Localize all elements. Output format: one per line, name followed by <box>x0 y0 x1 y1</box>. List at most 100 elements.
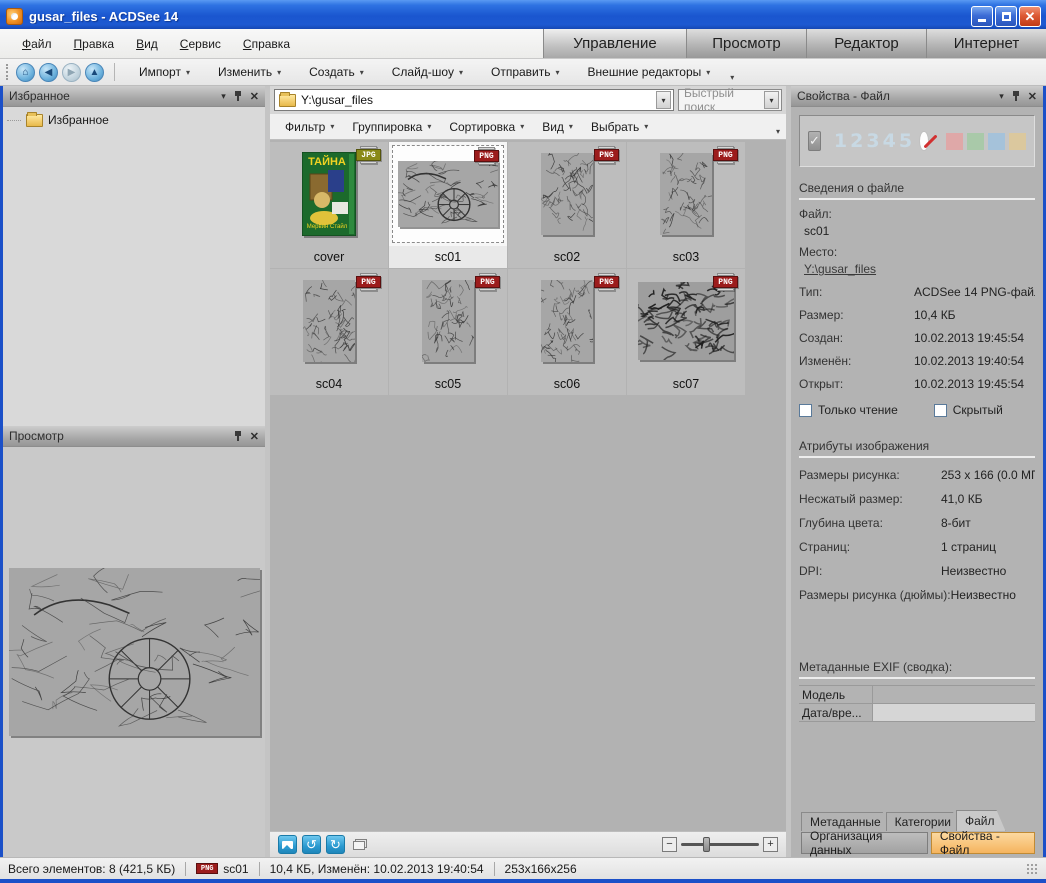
panel-close-icon[interactable]: ✕ <box>250 430 259 443</box>
panel-menu-icon[interactable]: ▾ <box>999 91 1004 102</box>
color-label-2[interactable] <box>967 133 984 150</box>
filter-dropdown-Фильтр[interactable]: Фильтр▾ <box>276 116 343 138</box>
thumbnail-sc05[interactable]: PNGsc05 <box>389 269 507 395</box>
thumbnail-sc01[interactable]: PNGsc01 <box>389 142 507 268</box>
zoom-slider-thumb[interactable] <box>703 837 710 852</box>
image-attr-label: Размеры рисунка: <box>799 468 941 482</box>
location-link[interactable]: Y:\gusar_files <box>804 262 1035 276</box>
address-dropdown-icon[interactable]: ▾ <box>656 91 671 109</box>
format-badge-png: PNG <box>594 273 619 291</box>
mode-tabs: УправлениеПросмотрРедакторИнтернет <box>543 29 1046 58</box>
chevron-down-icon: ▾ <box>569 122 573 131</box>
rating-5[interactable]: 5 <box>899 130 912 152</box>
menu-Правка[interactable]: Правка <box>64 33 125 55</box>
title-bar[interactable]: gusar_files - ACDSee 14 ✕ <box>0 0 1046 29</box>
toolbar-grip-icon[interactable] <box>6 64 10 80</box>
button-Организация данных[interactable]: Организация данных <box>801 832 928 854</box>
panel-menu-icon[interactable]: ▾ <box>221 91 226 102</box>
rating-1[interactable]: 1 <box>834 130 847 152</box>
minimize-button[interactable] <box>971 6 993 27</box>
file-info-value: 10.02.2013 19:45:54 <box>914 377 1035 391</box>
toolbar-dropdown-Создать[interactable]: Создать▾ <box>295 61 378 83</box>
menu-Сервис[interactable]: Сервис <box>170 33 231 55</box>
rotate-right-button[interactable]: ↻ <box>326 835 345 854</box>
filter-bar: Фильтр▾Группировка▾Сортировка▾Вид▾Выбрат… <box>270 114 786 140</box>
thumbnail-sc03[interactable]: PNGsc03 <box>627 142 745 268</box>
rating-2[interactable]: 2 <box>850 130 863 152</box>
mode-tab-Управление[interactable]: Управление <box>543 29 686 58</box>
thumbnail-sc06[interactable]: PNGsc06 <box>508 269 626 395</box>
thumbnail-cover[interactable]: ТАЙНАМервин СтайлJPGcover <box>270 142 388 268</box>
back-button[interactable]: ◀ <box>39 63 58 82</box>
filter-dropdown-Группировка[interactable]: Группировка▾ <box>343 116 440 138</box>
image-attr-value: Неизвестно <box>941 564 1035 578</box>
toolbar-dropdown-Внешние редакторы[interactable]: Внешние редакторы▾ <box>574 61 725 83</box>
zoom-in-button[interactable]: + <box>763 837 778 852</box>
filter-dropdown-Выбрать[interactable]: Выбрать▾ <box>582 116 657 138</box>
checkbox-Только чтение[interactable]: Только чтение <box>799 403 898 417</box>
thumbnail-sc04[interactable]: PNGsc04 <box>270 269 388 395</box>
checkbox-Скрытый[interactable]: Скрытый <box>934 403 1003 417</box>
checkbox-icon[interactable] <box>934 404 947 417</box>
zoom-slider[interactable] <box>681 843 759 846</box>
address-path[interactable]: Y:\gusar_files <box>301 93 651 107</box>
favorites-tree-item[interactable]: Избранное <box>7 113 261 127</box>
rating-3[interactable]: 3 <box>866 130 879 152</box>
toolbar-dropdown-Слайд-шоу[interactable]: Слайд-шоу▾ <box>378 61 477 83</box>
panel-close-icon[interactable]: ✕ <box>1028 90 1037 103</box>
pin-icon[interactable] <box>234 431 242 441</box>
filter-overflow-icon[interactable]: ▾ <box>776 127 780 139</box>
pin-icon[interactable] <box>234 91 242 101</box>
maximize-icon <box>1002 12 1011 21</box>
home-button[interactable]: ⌂ <box>16 63 35 82</box>
tree-line <box>7 120 21 121</box>
mode-tab-Просмотр[interactable]: Просмотр <box>686 29 806 58</box>
checkbox-icon[interactable] <box>799 404 812 417</box>
search-dropdown-icon[interactable]: ▾ <box>764 91 779 109</box>
rating-4[interactable]: 4 <box>883 130 896 152</box>
no-rating-icon[interactable] <box>919 131 929 151</box>
panel-close-icon[interactable]: ✕ <box>250 90 259 103</box>
zoom-out-button[interactable]: − <box>662 837 677 852</box>
rotate-left-button[interactable]: ↺ <box>302 835 321 854</box>
compare-view-button[interactable] <box>350 835 370 854</box>
toolbar-dropdown-Импорт[interactable]: Импорт▾ <box>125 61 204 83</box>
menu-Вид[interactable]: Вид <box>126 33 168 55</box>
color-label-4[interactable] <box>1009 133 1026 150</box>
file-list-area[interactable]: ТАЙНАМервин СтайлJPGcoverPNGsc01PNGsc02P… <box>270 140 786 831</box>
menu-Файл[interactable]: Файл <box>12 33 62 55</box>
toolbar-dropdown-Изменить[interactable]: Изменить▾ <box>204 61 295 83</box>
address-bar[interactable]: Y:\gusar_files ▾ <box>274 89 674 111</box>
exif-table: МодельДата/вре... <box>799 685 1035 722</box>
up-button[interactable]: ▲ <box>85 63 104 82</box>
filter-dropdown-Сортировка[interactable]: Сортировка▾ <box>440 116 533 138</box>
maximize-button[interactable] <box>995 6 1017 27</box>
menu-Справка[interactable]: Справка <box>233 33 300 55</box>
tab-Метаданные[interactable]: Метаданные <box>801 812 892 831</box>
show-images-button[interactable] <box>278 835 297 854</box>
tab-Категории[interactable]: Категории <box>886 812 962 831</box>
resize-grip[interactable] <box>1026 863 1038 875</box>
filter-dropdown-Вид[interactable]: Вид▾ <box>533 116 582 138</box>
tab-Файл[interactable]: Файл <box>956 810 1006 831</box>
color-label-1[interactable] <box>946 133 963 150</box>
pin-icon[interactable] <box>1012 91 1020 101</box>
thumbnail-sc07[interactable]: PNGsc07 <box>627 269 745 395</box>
toolbar-dropdown-Отправить[interactable]: Отправить▾ <box>477 61 574 83</box>
quick-search-input[interactable]: Быстрый поиск ▾ <box>678 89 782 111</box>
properties-panel-header[interactable]: Свойства - Файл ▾ ✕ <box>791 86 1043 107</box>
forward-button[interactable]: ▶ <box>62 63 81 82</box>
chevron-down-icon: ▾ <box>427 122 431 131</box>
preview-panel-header[interactable]: Просмотр ✕ <box>3 426 265 447</box>
mode-tab-Редактор[interactable]: Редактор <box>806 29 926 58</box>
tag-checkbox[interactable]: ✓ <box>808 131 821 151</box>
file-info-label: Изменён: <box>799 354 914 368</box>
favorites-panel-header[interactable]: Избранное ▾ ✕ <box>3 86 265 107</box>
mode-tab-Интернет[interactable]: Интернет <box>926 29 1046 58</box>
toolbar-overflow-icon[interactable]: ▾ <box>730 73 734 85</box>
close-button[interactable]: ✕ <box>1019 6 1041 27</box>
thumbnail-sc02[interactable]: PNGsc02 <box>508 142 626 268</box>
button-Свойства - Файл[interactable]: Свойства - Файл <box>931 832 1035 854</box>
color-label-3[interactable] <box>988 133 1005 150</box>
thumbnail-label: sc05 <box>389 373 507 395</box>
